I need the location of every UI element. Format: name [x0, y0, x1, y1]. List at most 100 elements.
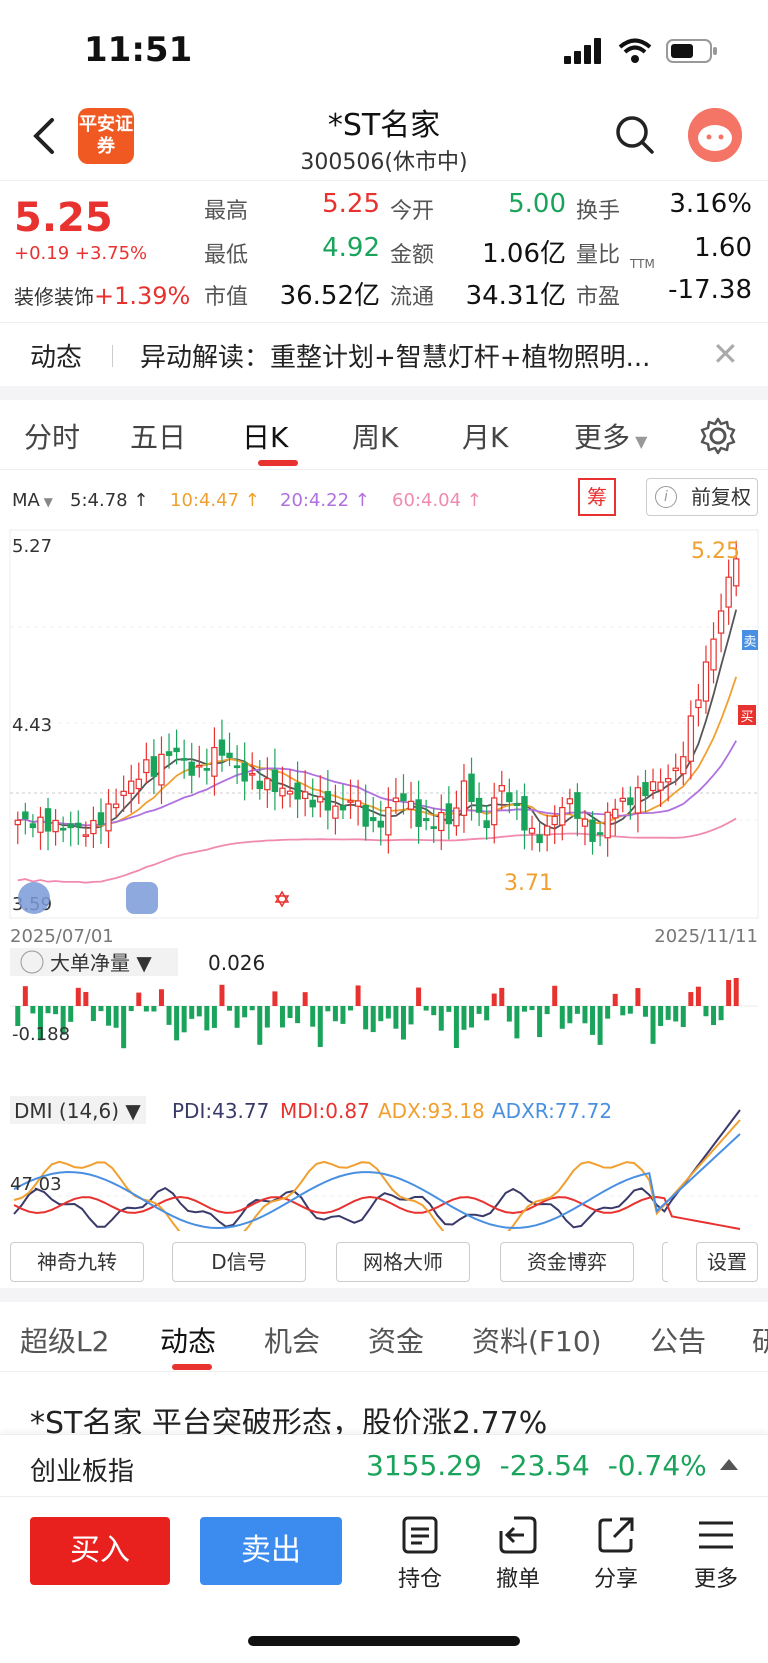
buy-button[interactable]: 买入: [30, 1517, 170, 1585]
flow-bar: [136, 992, 142, 1006]
flow-bar: [128, 1006, 134, 1012]
flow-bar: [590, 1006, 596, 1035]
flow-bar: [491, 993, 497, 1006]
zoom-icon: [126, 882, 158, 914]
tab-super-l2[interactable]: 超级L2: [20, 1320, 109, 1360]
flow-bar: [665, 1006, 671, 1020]
flow-bar: [393, 1006, 399, 1029]
tab-weekly-k[interactable]: 周K: [352, 416, 398, 456]
flow-bar: [287, 1006, 293, 1018]
tool-magic-nine[interactable]: 神奇九转: [10, 1242, 144, 1282]
ma-line: [17, 817, 737, 884]
tab-opportunity[interactable]: 机会: [264, 1320, 320, 1360]
flow-bar: [537, 1006, 543, 1038]
candle-body: [649, 781, 657, 792]
candle-body: [339, 805, 347, 811]
status-icons: [564, 36, 718, 66]
tab-announcements[interactable]: 公告: [650, 1320, 706, 1360]
flow-bar: [317, 1006, 323, 1047]
tab-funds[interactable]: 资金: [368, 1320, 424, 1360]
index-ticker-bar[interactable]: 创业板指 3155.29 -23.54 -0.74%: [0, 1434, 768, 1496]
share-icon: [598, 1517, 634, 1553]
candle-body: [725, 576, 732, 608]
sector-info[interactable]: 装修装饰+1.39%: [14, 281, 190, 310]
flow-bar: [438, 1006, 444, 1031]
flow-bar: [158, 989, 164, 1006]
news-text[interactable]: 异动解读：重整计划+智慧灯杆+植物照明...: [140, 337, 710, 374]
tab-daily-k[interactable]: 日K: [242, 416, 288, 456]
tab-more[interactable]: 更多 ▼: [574, 416, 647, 456]
candle-body: [543, 825, 551, 836]
flow-bar: [680, 1006, 686, 1028]
tool-partial[interactable]: [662, 1242, 668, 1282]
candle-body: [392, 797, 400, 803]
candle-body: [430, 826, 437, 829]
tab-intraday[interactable]: 分时: [24, 416, 80, 456]
more-button[interactable]: 更多: [676, 1515, 756, 1593]
cancel-order-button[interactable]: 撤单: [478, 1515, 558, 1593]
candle-body: [453, 807, 460, 827]
more-label: 更多: [693, 1567, 738, 1592]
flow-bar: [711, 1006, 717, 1026]
flow-bar: [30, 1006, 36, 1014]
flow-bar: [635, 988, 641, 1006]
tab-news[interactable]: 动态: [160, 1320, 216, 1360]
candle-body: [271, 769, 279, 793]
expand-up-icon[interactable]: [720, 1459, 738, 1470]
flow-bar: [469, 1006, 475, 1028]
flow-bar: [151, 1006, 157, 1012]
tab-research[interactable]: 研: [752, 1320, 768, 1360]
ma-value: 5:4.78 ↑: [70, 490, 149, 511]
flow-bars: [15, 978, 739, 1049]
tool-d-signal[interactable]: D信号: [172, 1242, 306, 1282]
assistant-avatar[interactable]: [688, 108, 742, 162]
candle-body: [513, 803, 521, 806]
tool-fund-game[interactable]: 资金博弈: [500, 1242, 634, 1282]
flow-bar: [408, 1006, 414, 1025]
flow-bar: [673, 1006, 679, 1022]
positions-button[interactable]: 持仓: [380, 1515, 460, 1593]
wifi-icon: [618, 38, 652, 63]
flow-bar: [431, 1006, 437, 1016]
flow-bar: [181, 1006, 187, 1033]
buy-marker: 买: [740, 710, 753, 725]
candle-body: [82, 834, 90, 837]
candle-body: [226, 752, 233, 758]
flow-bar: [400, 1006, 406, 1040]
flow-bar: [567, 1006, 573, 1024]
sell-button[interactable]: 卖出: [200, 1517, 342, 1585]
stock-chart[interactable]: 5.274.433.592025/07/012025/11/115.253.71…: [0, 526, 768, 1231]
news-tag: 动态: [30, 343, 83, 373]
candle-body: [664, 778, 672, 783]
candle-body: [128, 780, 135, 794]
quote-value: 5.00: [508, 189, 566, 219]
period-tabs: 分时 五日 日K 周K 月K 更多 ▼: [0, 400, 768, 470]
flow-bar: [227, 1006, 233, 1011]
tab-monthly-k[interactable]: 月K: [462, 416, 508, 456]
ma-selector[interactable]: MA ▼: [12, 490, 53, 511]
tool-bar: 神奇九转 D信号 网格大师 资金博弈 设置: [0, 1238, 768, 1288]
candle-body: [695, 699, 702, 709]
sector-name: 装修装饰: [14, 285, 94, 309]
tab-five-day[interactable]: 五日: [130, 416, 186, 456]
tab-f10[interactable]: 资料(F10): [472, 1320, 602, 1360]
ma-value: 20:4.22 ↑: [280, 490, 370, 511]
close-icon[interactable]: ✕: [712, 335, 739, 373]
share-button[interactable]: 分享: [576, 1515, 656, 1593]
flow-bar: [242, 1006, 248, 1018]
dmi-line: [13, 1195, 741, 1230]
high-marker: 5.25: [691, 539, 740, 564]
tool-settings[interactable]: 设置: [696, 1242, 758, 1282]
flow-bar: [506, 1006, 512, 1022]
search-icon[interactable]: [614, 114, 656, 156]
news-bar[interactable]: 动态 异动解读：重整计划+智慧灯杆+植物照明... ✕: [0, 322, 768, 386]
info-icon: i: [655, 486, 677, 508]
chip-distribution-button[interactable]: 筹: [578, 478, 616, 516]
document-icon: [402, 1516, 438, 1554]
settings-gear-icon[interactable]: [698, 416, 738, 456]
candle-body: [67, 823, 74, 829]
tool-grid-master[interactable]: 网格大师: [336, 1242, 470, 1282]
dmi-label: DMI (14,6) ▼: [14, 1099, 141, 1123]
price-adjust-button[interactable]: i 前复权: [646, 478, 758, 516]
flow-bar: [234, 1006, 240, 1028]
